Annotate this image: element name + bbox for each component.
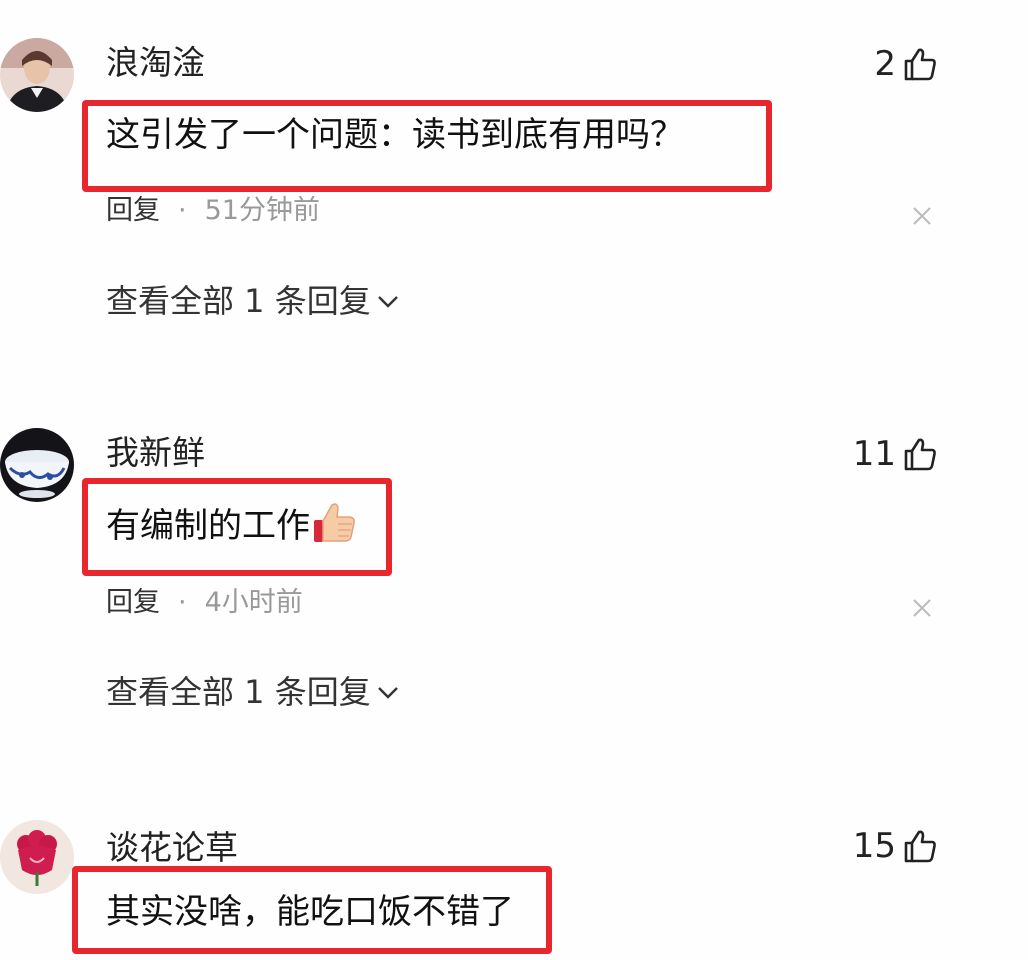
red-flower-avatar-icon xyxy=(0,820,74,894)
user-avatar[interactable] xyxy=(0,820,74,894)
separator-dot: · xyxy=(178,195,187,226)
thumbs-up-icon xyxy=(902,828,938,864)
timestamp: 51分钟前 xyxy=(204,195,320,226)
view-all-replies-button[interactable]: 查看全部 1 条回复 xyxy=(106,672,401,712)
close-icon[interactable] xyxy=(910,204,934,228)
comment-text: 其实没啥，能吃口饭不错了 xyxy=(106,892,514,932)
like-count: 2 xyxy=(874,44,896,84)
username[interactable]: 我新鲜 xyxy=(106,433,205,473)
like-button[interactable]: 2 xyxy=(874,42,938,86)
comment-item: 浪淘淦 2 这引发了一个问题：读书到底有用吗？ 回复 · 51分钟前 查看全部 … xyxy=(0,0,1028,390)
user-avatar[interactable] xyxy=(0,428,74,502)
person-avatar-icon xyxy=(0,38,74,112)
username[interactable]: 谈花论草 xyxy=(106,828,238,868)
reply-button[interactable]: 回复 xyxy=(106,586,160,620)
thumbs-up-icon xyxy=(902,46,938,82)
username[interactable]: 浪淘淦 xyxy=(106,43,205,83)
comment-item: 我新鲜 11 有编制的工作 回复 · 4小时前 查看全部 1 条回复 xyxy=(0,390,1028,790)
comment-meta: 回复 · 4小时前 xyxy=(106,586,303,620)
chevron-down-icon xyxy=(377,296,398,308)
like-count: 11 xyxy=(852,434,896,474)
thumbs-up-emoji-icon xyxy=(312,500,358,555)
view-all-replies-button[interactable]: 查看全部 1 条回复 xyxy=(106,281,401,321)
chevron-down-icon xyxy=(377,687,398,699)
comment-list: 浪淘淦 2 这引发了一个问题：读书到底有用吗？ 回复 · 51分钟前 查看全部 … xyxy=(0,0,1028,960)
user-avatar[interactable] xyxy=(0,38,74,112)
timestamp: 4小时前 xyxy=(204,587,303,618)
comment-text-content: 有编制的工作 xyxy=(106,506,310,546)
comment-text: 这引发了一个问题：读书到底有用吗？ xyxy=(106,115,684,155)
view-all-replies-label: 查看全部 1 条回复 xyxy=(106,282,371,320)
separator-dot: · xyxy=(178,587,187,618)
view-all-replies-label: 查看全部 1 条回复 xyxy=(106,673,371,711)
like-button[interactable]: 15 xyxy=(853,824,938,868)
reply-button[interactable]: 回复 xyxy=(106,194,160,228)
porcelain-bowl-avatar-icon xyxy=(0,428,74,502)
comment-item: 谈花论草 15 其实没啥，能吃口饭不错了 xyxy=(0,790,1028,960)
comment-meta: 回复 · 51分钟前 xyxy=(106,194,320,228)
like-count: 15 xyxy=(852,826,896,866)
thumbs-up-icon xyxy=(902,436,938,472)
close-icon[interactable] xyxy=(910,596,934,620)
like-button[interactable]: 11 xyxy=(853,432,938,476)
comment-text: 有编制的工作 xyxy=(106,500,358,555)
